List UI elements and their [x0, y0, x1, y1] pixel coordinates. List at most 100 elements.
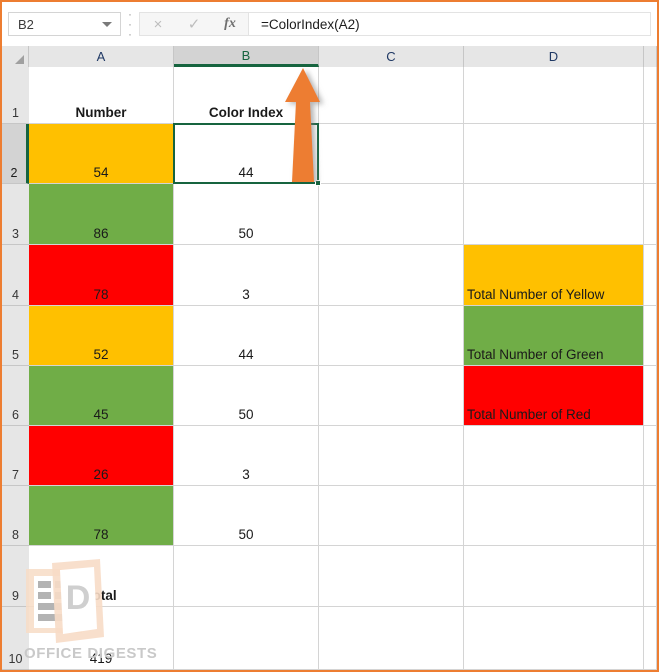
- column-header-extra[interactable]: [644, 46, 657, 67]
- cell-value: 54: [93, 165, 109, 180]
- column-header-b[interactable]: B: [174, 46, 319, 67]
- cell-D4[interactable]: Total Number of Yellow: [464, 245, 644, 306]
- row-header-1[interactable]: 1: [2, 67, 29, 124]
- cell-value: 3: [242, 467, 250, 482]
- row-header-label: 4: [12, 288, 19, 302]
- cell-A7[interactable]: 26: [29, 426, 174, 486]
- cell-value: Total Number of Yellow: [467, 287, 605, 302]
- row-header-8[interactable]: 8: [2, 486, 29, 546]
- grid-cell[interactable]: [319, 67, 464, 124]
- cell-A10[interactable]: 419: [29, 607, 174, 670]
- formula-input[interactable]: =ColorIndex(A2): [249, 12, 651, 36]
- cell-value: 26: [93, 467, 109, 482]
- cell-A8[interactable]: 78: [29, 486, 174, 546]
- row-header-6[interactable]: 6: [2, 366, 29, 426]
- grid-cell[interactable]: [644, 607, 657, 670]
- cell-value: 44: [238, 347, 254, 362]
- cell-value: 419: [89, 651, 113, 666]
- grid-cell[interactable]: [464, 124, 644, 184]
- row-header-label: 10: [8, 652, 23, 666]
- insert-function-icon[interactable]: fx: [215, 13, 245, 35]
- grid-cell[interactable]: [464, 607, 644, 670]
- row-header-label: 2: [10, 166, 18, 180]
- grid-cell[interactable]: [644, 67, 657, 124]
- row-header-10[interactable]: 10: [2, 607, 29, 670]
- cell-A2[interactable]: 54: [29, 124, 174, 184]
- column-header-a[interactable]: A: [29, 46, 174, 67]
- name-box[interactable]: B2: [8, 12, 121, 36]
- grid-cell[interactable]: [319, 124, 464, 184]
- row-header-label: 5: [12, 348, 19, 362]
- grid-cell[interactable]: [464, 67, 644, 124]
- cell-A6[interactable]: 45: [29, 366, 174, 426]
- row-header-2[interactable]: 2: [2, 124, 29, 184]
- grid-cell[interactable]: [464, 426, 644, 486]
- grid-cell[interactable]: [319, 184, 464, 245]
- cell-B7[interactable]: 3: [174, 426, 319, 486]
- grid-cell[interactable]: [319, 546, 464, 607]
- grid-cell[interactable]: [319, 306, 464, 366]
- cell-A5[interactable]: 52: [29, 306, 174, 366]
- grid-cell[interactable]: [644, 245, 657, 306]
- grid-cell[interactable]: [644, 306, 657, 366]
- grid-cell[interactable]: [174, 607, 319, 670]
- grid-cell[interactable]: [319, 366, 464, 426]
- grid-cell[interactable]: [644, 546, 657, 607]
- cell-value: 78: [93, 287, 109, 302]
- cell-A9[interactable]: Total: [29, 546, 174, 607]
- cell-value: 44: [238, 165, 254, 180]
- cell-value: 52: [93, 347, 109, 362]
- chevron-down-icon[interactable]: [102, 22, 112, 27]
- select-all-corner[interactable]: [2, 46, 29, 67]
- column-header-c[interactable]: C: [319, 46, 464, 67]
- formula-bar-separator: · · ·: [128, 7, 132, 41]
- cell-A4[interactable]: 78: [29, 245, 174, 306]
- cell-D6[interactable]: Total Number of Red: [464, 366, 644, 426]
- grid-cell[interactable]: [319, 486, 464, 546]
- cell-value: 3: [242, 287, 250, 302]
- row-header-7[interactable]: 7: [2, 426, 29, 486]
- row-header-label: 9: [12, 589, 19, 603]
- grid-cell[interactable]: [644, 124, 657, 184]
- cell-B8[interactable]: 50: [174, 486, 319, 546]
- grid-cell[interactable]: [464, 184, 644, 245]
- cell-value: 50: [238, 226, 254, 241]
- cell-D5[interactable]: Total Number of Green: [464, 306, 644, 366]
- row-header-9[interactable]: 9: [2, 546, 29, 607]
- grid-cell[interactable]: [644, 426, 657, 486]
- grid-cell[interactable]: [319, 426, 464, 486]
- row-header-label: 3: [12, 227, 19, 241]
- grid-cell[interactable]: [319, 607, 464, 670]
- worksheet-grid: ABCD 1 2 3 4 5 6 7 8 9 10 Number Color Index 54 44 86…: [2, 46, 657, 670]
- grid-cell[interactable]: [464, 546, 644, 607]
- grid-cell[interactable]: [644, 366, 657, 426]
- grid-cell[interactable]: [644, 486, 657, 546]
- row-header-label: 6: [12, 408, 19, 422]
- row-header-4[interactable]: 4: [2, 245, 29, 306]
- column-header-label: A: [96, 49, 106, 64]
- cell-B1[interactable]: Color Index: [174, 67, 319, 124]
- cell-B5[interactable]: 44: [174, 306, 319, 366]
- cell-A3[interactable]: 86: [29, 184, 174, 245]
- cell-value: Color Index: [208, 105, 284, 120]
- row-header-5[interactable]: 5: [2, 306, 29, 366]
- enter-icon[interactable]: ✓: [179, 13, 209, 35]
- name-box-value: B2: [18, 16, 34, 32]
- grid-cell[interactable]: [174, 546, 319, 607]
- cell-B2[interactable]: 44: [174, 124, 319, 184]
- cell-value: 50: [238, 527, 254, 542]
- cell-B6[interactable]: 50: [174, 366, 319, 426]
- cell-A1[interactable]: Number: [29, 67, 174, 124]
- grid-cell[interactable]: [319, 245, 464, 306]
- grid-cell[interactable]: [644, 184, 657, 245]
- row-header-label: 7: [12, 468, 19, 482]
- column-header-label: B: [241, 47, 251, 63]
- row-header-3[interactable]: 3: [2, 184, 29, 245]
- grid-cell[interactable]: [464, 486, 644, 546]
- formula-text: =ColorIndex(A2): [261, 16, 360, 32]
- row-headers: 1 2 3 4 5 6 7 8 9 10: [2, 67, 29, 670]
- cell-B4[interactable]: 3: [174, 245, 319, 306]
- column-header-d[interactable]: D: [464, 46, 644, 67]
- cell-B3[interactable]: 50: [174, 184, 319, 245]
- cancel-icon[interactable]: ×: [143, 13, 173, 35]
